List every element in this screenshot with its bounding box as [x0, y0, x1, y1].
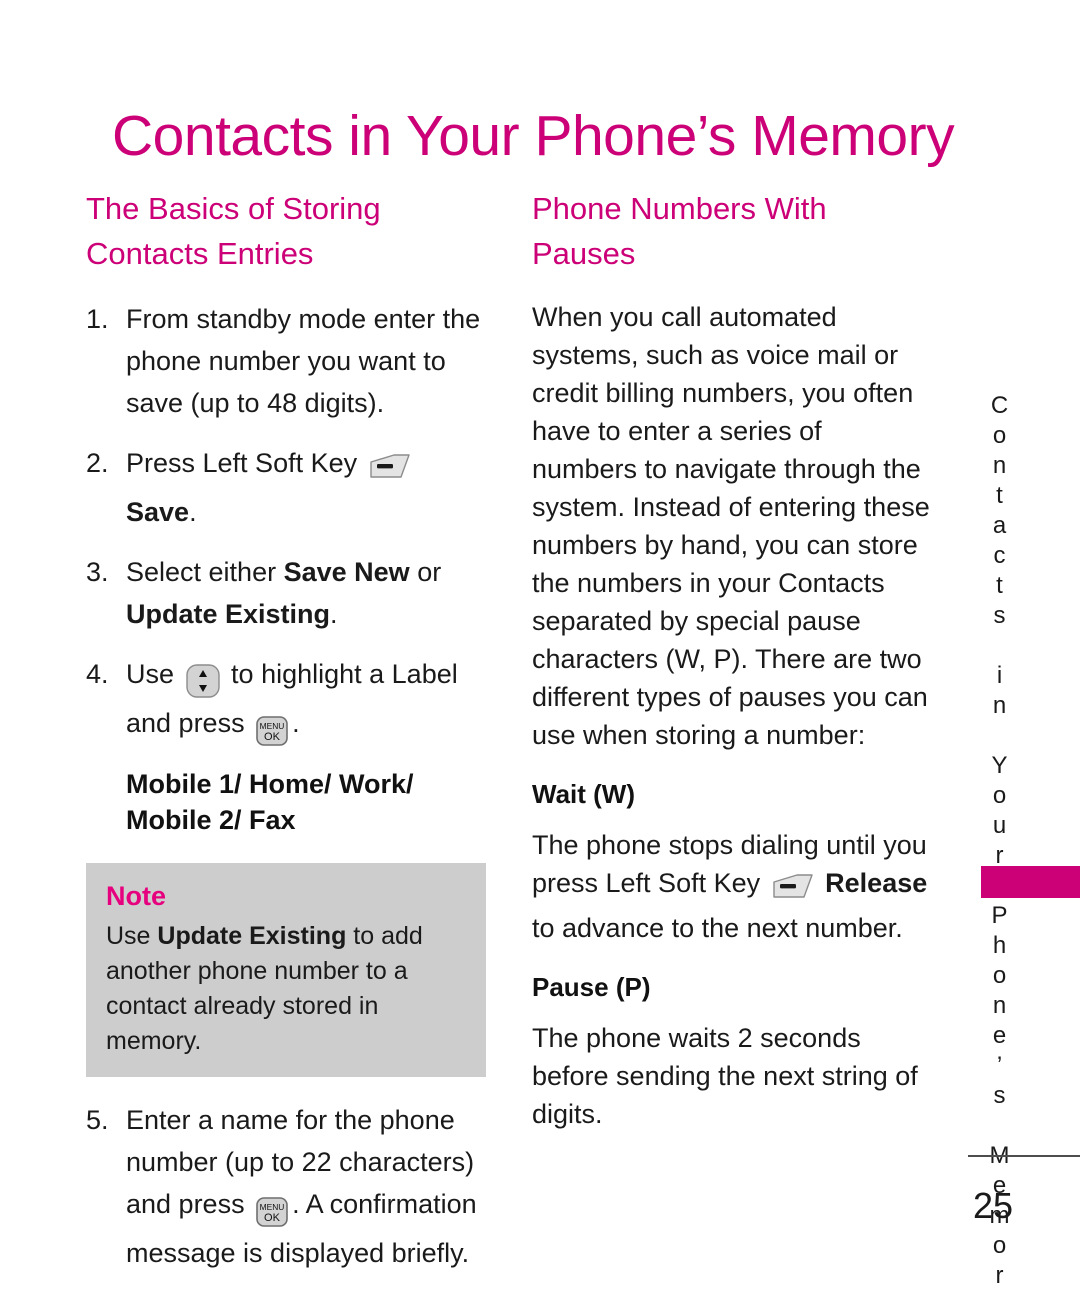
wait-text-bold: Release: [825, 868, 928, 898]
step-number-4: 4.: [86, 659, 109, 689]
step-text-3-before: Select either: [126, 557, 277, 587]
note-body: Use Update Existing to add another phone…: [106, 919, 466, 1059]
step-item-4: 4. Use to highlight a Label and press ME…: [86, 653, 486, 751]
step-text-3-after: .: [330, 599, 338, 629]
menu-ok-key-icon: MENU OK: [255, 709, 289, 751]
step-number-2: 2.: [86, 448, 109, 478]
step-text-4-before: Use: [126, 659, 175, 689]
wait-subheading: Wait (W): [532, 779, 635, 809]
step-text-3-middle: or: [417, 557, 442, 587]
step-number-1: 1.: [86, 304, 109, 334]
left-column: The Basics of Storing Contacts Entries 1…: [86, 186, 486, 1292]
step-text-3-bold2: Update Existing: [126, 599, 331, 629]
storing-steps-list: 1. From standby mode enter the phone num…: [86, 298, 486, 751]
right-section-heading: Phone Numbers With Pauses: [532, 186, 932, 276]
note-text-before: Use: [106, 922, 151, 950]
left-section-heading-line2: Contacts Entries: [86, 236, 314, 271]
pauses-intro-paragraph: When you call automated systems, such as…: [532, 302, 930, 750]
right-column: Phone Numbers With Pauses When you call …: [532, 186, 932, 1133]
wait-text-after: to advance to the next number.: [532, 913, 903, 943]
note-box: Note Use Update Existing to add another …: [86, 863, 486, 1077]
step-text-2-bold: Save: [126, 497, 190, 527]
step-item-2: 2. Press Left Soft Key Save.: [86, 442, 486, 533]
side-tab-label: Contacts in Your Phone’s Memory: [986, 392, 1013, 1295]
pause-subheading: Pause (P): [532, 972, 651, 1002]
footer-divider: [968, 1155, 1080, 1157]
step-item-3: 3. Select either Save New or Update Exis…: [86, 551, 486, 635]
menu-ok-key-icon: MENU OK: [255, 1190, 289, 1232]
svg-text:MENU: MENU: [260, 1202, 285, 1212]
page-title: Contacts in Your Phone’s Memory: [112, 104, 955, 169]
step-item-1: 1. From standby mode enter the phone num…: [86, 298, 486, 424]
left-soft-key-icon: [771, 871, 815, 909]
side-tab-marker: [981, 866, 1080, 898]
step-text-3-bold1: Save New: [283, 557, 410, 587]
pause-paragraph: The phone waits 2 seconds before sending…: [532, 1023, 918, 1129]
left-section-heading-line1: The Basics of Storing: [86, 191, 381, 226]
note-title: Note: [106, 881, 166, 911]
navigation-key-icon: [185, 660, 221, 702]
right-section-heading-line2: Pauses: [532, 236, 636, 271]
svg-text:MENU: MENU: [260, 721, 285, 731]
page-number: 25: [972, 1185, 1014, 1226]
right-section-heading-line1: Phone Numbers With: [532, 191, 827, 226]
step-text-1: From standby mode enter the phone number…: [126, 304, 481, 418]
step-text-2-before: Press Left Soft Key: [126, 448, 358, 478]
svg-text:OK: OK: [264, 731, 281, 743]
step-number-5: 5.: [86, 1105, 109, 1135]
wait-paragraph: The phone stops dialing until you press …: [532, 826, 932, 947]
step-text-4-after: .: [292, 708, 300, 738]
svg-text:OK: OK: [264, 1212, 281, 1224]
label-options-line2: Mobile 2/ Fax: [126, 805, 296, 835]
step-number-3: 3.: [86, 557, 109, 587]
storing-steps-list-continued: 5. Enter a name for the phone number (up…: [86, 1099, 486, 1274]
left-soft-key-icon: [368, 449, 412, 491]
step-text-2-after: .: [189, 497, 197, 527]
step-item-5: 5. Enter a name for the phone number (up…: [86, 1099, 486, 1274]
manual-page: Contacts in Your Phone’s Memory The Basi…: [0, 0, 1080, 1295]
left-section-heading: The Basics of Storing Contacts Entries: [86, 186, 486, 276]
note-text-bold: Update Existing: [157, 922, 347, 950]
